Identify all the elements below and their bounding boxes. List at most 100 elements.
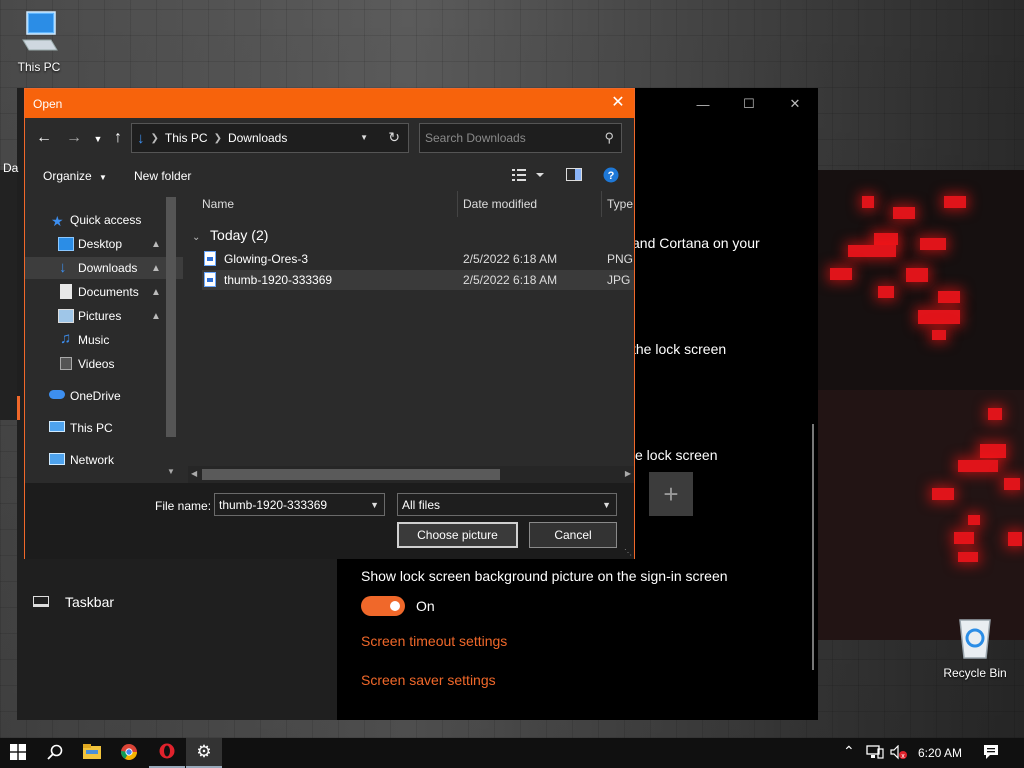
forward-button[interactable]: → bbox=[65, 129, 83, 147]
chevron-down-icon[interactable]: ▼ bbox=[370, 500, 379, 510]
desktop-icon-this-pc[interactable]: This PC bbox=[4, 10, 74, 74]
file-row[interactable]: thumb-1920-333369 2/5/2022 6:18 AM JPG F bbox=[202, 270, 634, 290]
organize-button[interactable]: Organize ▼ bbox=[43, 169, 107, 183]
add-app-button[interactable]: + bbox=[649, 472, 693, 516]
new-folder-button[interactable]: New folder bbox=[134, 169, 191, 183]
help-icon[interactable]: ? bbox=[603, 167, 619, 186]
back-button[interactable]: ← bbox=[35, 129, 53, 147]
screen-saver-link[interactable]: Screen saver settings bbox=[361, 672, 496, 688]
file-date: 2/5/2022 6:18 AM bbox=[463, 273, 558, 287]
this-pc-icon bbox=[4, 10, 74, 57]
file-type-filter[interactable]: All files ▼ bbox=[397, 493, 617, 516]
address-dropdown-icon[interactable]: ▼ bbox=[360, 133, 368, 142]
scroll-down-icon[interactable]: ▼ bbox=[167, 467, 175, 476]
column-divider[interactable] bbox=[601, 191, 602, 217]
chevron-down-icon[interactable]: ▼ bbox=[602, 500, 611, 510]
settings-nav-item-taskbar[interactable]: Taskbar bbox=[33, 593, 313, 617]
action-center-icon[interactable] bbox=[983, 744, 999, 763]
recent-locations-button[interactable]: ▼ bbox=[89, 134, 107, 144]
file-name: Glowing-Ores-3 bbox=[224, 252, 309, 266]
chevron-right-icon: ❯ bbox=[150, 132, 159, 144]
plus-icon: + bbox=[663, 478, 679, 509]
cancel-button[interactable]: Cancel bbox=[529, 522, 617, 548]
up-button[interactable]: ↑ bbox=[109, 129, 127, 147]
windows-start-icon bbox=[10, 743, 26, 763]
nav-item-label: Desktop bbox=[78, 237, 123, 251]
group-label: Today (2) bbox=[210, 227, 269, 243]
file-row[interactable]: Glowing-Ores-3 2/5/2022 6:18 AM PNG bbox=[202, 249, 634, 269]
chrome-icon bbox=[121, 743, 137, 763]
column-header-date[interactable]: Date modified bbox=[463, 191, 537, 217]
chevron-right-icon: ❯ bbox=[213, 132, 222, 144]
desktop-folder-icon bbox=[58, 237, 74, 251]
file-explorer-icon bbox=[83, 744, 101, 762]
breadcrumb-this-pc[interactable]: This PC bbox=[165, 131, 208, 145]
show-hidden-icons-chevron-icon[interactable]: ⌃ bbox=[843, 743, 855, 760]
taskbar-settings[interactable]: ⚙ bbox=[186, 738, 222, 768]
nav-item-pictures[interactable]: Pictures ▲ bbox=[25, 305, 183, 327]
desktop-icon-recycle-bin[interactable]: Recycle Bin bbox=[940, 614, 1010, 680]
nav-item-quick-access[interactable]: ★ Quick access bbox=[25, 209, 183, 231]
organize-label: Organize bbox=[43, 169, 92, 183]
column-header-type[interactable]: Type bbox=[607, 191, 633, 217]
scrollbar-thumb[interactable] bbox=[202, 469, 500, 480]
nav-item-documents[interactable]: Documents ▲ bbox=[25, 281, 183, 303]
pictures-folder-icon bbox=[58, 309, 74, 323]
search-box[interactable]: ⚲ bbox=[419, 123, 622, 153]
taskbar-opera[interactable] bbox=[149, 738, 185, 768]
taskbar-clock[interactable]: 6:20 AM bbox=[918, 746, 962, 760]
volume-muted-icon[interactable]: x bbox=[890, 744, 908, 763]
settings-scrollbar[interactable] bbox=[812, 424, 814, 670]
toggle-state-label: On bbox=[416, 598, 435, 614]
column-header-name[interactable]: Name bbox=[202, 191, 234, 217]
onedrive-icon bbox=[49, 390, 65, 399]
navigation-pane-scrollbar[interactable]: ▼ bbox=[163, 193, 180, 479]
file-name-input[interactable]: thumb-1920-333369 ▼ bbox=[214, 493, 385, 516]
refresh-icon[interactable]: ↻ bbox=[388, 129, 400, 146]
nav-item-downloads[interactable]: ↓ Downloads ▲ bbox=[25, 257, 183, 279]
star-icon: ★ bbox=[51, 213, 64, 229]
group-header-today[interactable]: ⌄ Today (2) bbox=[192, 227, 268, 243]
maximize-button[interactable]: ☐ bbox=[726, 88, 772, 120]
taskbar-search-button[interactable] bbox=[37, 738, 73, 768]
scroll-right-icon[interactable]: ▶ bbox=[625, 469, 631, 478]
search-icon bbox=[47, 744, 63, 763]
close-button[interactable]: ✕ bbox=[772, 88, 818, 120]
address-bar[interactable]: ↓ ❯ This PC ❯ Downloads ▼ ↻ bbox=[131, 123, 409, 153]
network-status-icon[interactable] bbox=[866, 745, 884, 762]
choose-picture-button[interactable]: Choose picture bbox=[397, 522, 518, 548]
nav-item-label: Quick access bbox=[70, 213, 142, 227]
nav-item-music[interactable]: ♫ Music bbox=[25, 329, 183, 351]
taskbar-file-explorer[interactable] bbox=[74, 738, 110, 768]
nav-item-videos[interactable]: Videos bbox=[25, 353, 183, 375]
opera-icon bbox=[159, 743, 175, 762]
image-file-icon bbox=[204, 251, 216, 266]
taskbar: ⚙ ⌃ x 6:20 AM bbox=[0, 738, 1024, 768]
preview-pane-icon[interactable] bbox=[566, 168, 582, 185]
start-button[interactable] bbox=[0, 738, 36, 768]
signin-background-toggle[interactable] bbox=[361, 596, 405, 616]
taskbar-chrome[interactable] bbox=[111, 738, 147, 768]
nav-item-label: Music bbox=[78, 333, 110, 347]
settings-nav-label: Taskbar bbox=[65, 594, 115, 610]
documents-folder-icon bbox=[60, 284, 72, 299]
nav-item-label: Videos bbox=[78, 357, 115, 371]
nav-item-network[interactable]: Network bbox=[25, 449, 183, 471]
screen-timeout-link[interactable]: Screen timeout settings bbox=[361, 633, 507, 649]
music-folder-icon: ♫ bbox=[60, 330, 72, 347]
nav-item-label: OneDrive bbox=[70, 389, 121, 403]
nav-item-this-pc[interactable]: This PC bbox=[25, 417, 183, 439]
breadcrumb-downloads[interactable]: Downloads bbox=[228, 131, 287, 145]
file-list-horizontal-scrollbar[interactable]: ◀ ▶ bbox=[188, 466, 634, 483]
resize-grip-icon[interactable]: ⋱ bbox=[624, 548, 632, 557]
minimize-button[interactable]: — bbox=[680, 88, 726, 120]
scrollbar-thumb[interactable] bbox=[166, 197, 176, 437]
nav-item-onedrive[interactable]: OneDrive bbox=[25, 385, 183, 407]
dialog-close-button[interactable]: ✕ bbox=[608, 93, 628, 113]
pin-icon: ▲ bbox=[151, 238, 161, 250]
view-options-icon[interactable] bbox=[512, 168, 546, 185]
search-input[interactable] bbox=[425, 130, 590, 146]
nav-item-desktop[interactable]: Desktop ▲ bbox=[25, 233, 183, 255]
scroll-left-icon[interactable]: ◀ bbox=[191, 469, 197, 478]
column-divider[interactable] bbox=[457, 191, 458, 217]
